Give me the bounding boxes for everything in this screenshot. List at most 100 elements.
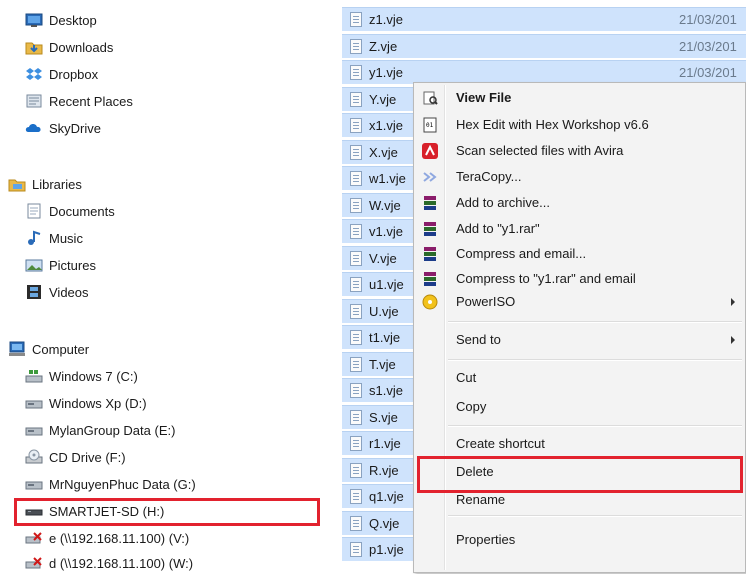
delete-highlight-box <box>417 456 743 493</box>
cd-drive-icon <box>25 449 43 465</box>
menu-item-compress-rar-email[interactable]: Compress to "y1.rar" and email <box>456 268 636 290</box>
vje-file-icon <box>350 251 362 266</box>
nav-label: Pictures <box>49 257 96 273</box>
poweriso-icon <box>422 294 438 310</box>
vje-file-icon <box>350 171 362 186</box>
file-name: p1.vje <box>369 542 404 557</box>
hard-drive-icon <box>25 395 43 411</box>
music-icon <box>25 230 43 246</box>
file-name: Z.vje <box>369 39 398 54</box>
menu-item-create-shortcut[interactable]: Create shortcut <box>456 433 545 455</box>
vje-file-icon <box>350 198 362 213</box>
menu-item-hex-edit[interactable]: Hex Edit with Hex Workshop v6.6 <box>456 114 649 136</box>
nav-label: e (\\192.168.11.100) (V:) <box>49 530 190 546</box>
nav-item-skydrive[interactable]: SkyDrive <box>25 117 101 139</box>
navigation-pane: Desktop Downloads Dropbox Recent Places … <box>0 0 330 573</box>
nav-item-music[interactable]: Music <box>25 227 83 249</box>
vje-file-icon <box>350 463 362 478</box>
file-name: R.vje <box>369 463 399 478</box>
vje-file-icon <box>350 410 362 425</box>
videos-icon <box>25 284 43 300</box>
nav-item-drive-g[interactable]: MrNguyenPhuc Data (G:) <box>25 473 196 495</box>
nav-item-drive-e[interactable]: MylanGroup Data (E:) <box>25 419 175 441</box>
teracopy-icon <box>422 169 438 185</box>
hard-drive-icon <box>25 422 43 438</box>
nav-label: Recent Places <box>49 93 133 109</box>
nav-label: MrNguyenPhuc Data (G:) <box>49 476 196 492</box>
submenu-arrow-icon <box>731 336 735 344</box>
menu-item-add-archive[interactable]: Add to archive... <box>456 192 550 214</box>
winrar-icon <box>422 195 438 211</box>
file-name: w1.vje <box>369 171 406 186</box>
menu-item-poweriso[interactable]: PowerISO <box>456 291 515 313</box>
menu-item-properties[interactable]: Properties <box>456 529 515 551</box>
menu-item-send-to[interactable]: Send to <box>456 329 501 351</box>
computer-icon <box>8 341 26 357</box>
file-name: U.vje <box>369 304 399 319</box>
nav-item-drive-v[interactable]: e (\\192.168.11.100) (V:) <box>25 527 189 549</box>
vje-file-icon <box>350 118 362 133</box>
vje-file-icon <box>350 436 362 451</box>
nav-item-drive-d[interactable]: Windows Xp (D:) <box>25 392 147 414</box>
drive-highlight-box <box>14 498 320 526</box>
vje-file-icon <box>350 304 362 319</box>
menu-item-teracopy[interactable]: TeraCopy... <box>456 166 522 188</box>
file-row[interactable]: y1.vje 21/03/201 <box>342 60 746 84</box>
nav-label: Libraries <box>32 176 82 192</box>
nav-label: Videos <box>49 284 89 300</box>
recent-places-icon <box>25 93 43 109</box>
nav-item-downloads[interactable]: Downloads <box>25 36 113 58</box>
pictures-icon <box>25 257 43 273</box>
menu-item-add-rar[interactable]: Add to "y1.rar" <box>456 218 540 240</box>
menu-separator <box>448 515 742 517</box>
vje-file-icon <box>350 383 362 398</box>
file-name: V.vje <box>369 251 397 266</box>
file-name: z1.vje <box>369 12 403 27</box>
menu-item-scan-avira[interactable]: Scan selected files with Avira <box>456 140 623 162</box>
vje-file-icon <box>350 357 362 372</box>
nav-item-pictures[interactable]: Pictures <box>25 254 96 276</box>
dropbox-icon <box>25 66 43 82</box>
nav-label: Windows Xp (D:) <box>49 395 147 411</box>
menu-item-cut[interactable]: Cut <box>456 367 476 389</box>
file-name: Y.vje <box>369 92 397 107</box>
file-name: T.vje <box>369 357 396 372</box>
menu-separator <box>448 359 742 361</box>
nav-item-documents[interactable]: Documents <box>25 200 115 222</box>
menu-separator <box>448 425 742 427</box>
menu-item-compress-email[interactable]: Compress and email... <box>456 243 586 265</box>
view-file-icon <box>422 90 438 106</box>
file-row[interactable]: Z.vje 21/03/201 <box>342 34 746 58</box>
nav-label: CD Drive (F:) <box>49 449 126 465</box>
nav-item-computer[interactable]: Computer <box>8 338 89 360</box>
file-row[interactable]: z1.vje 21/03/201 <box>342 7 746 31</box>
file-name: X.vje <box>369 145 398 160</box>
nav-label: Music <box>49 230 83 246</box>
vje-file-icon <box>350 65 362 80</box>
menu-item-view-file[interactable]: View File <box>456 87 511 109</box>
nav-item-dropbox[interactable]: Dropbox <box>25 63 98 85</box>
file-date: 21/03/201 <box>679 12 737 27</box>
nav-label: Windows 7 (C:) <box>49 368 138 384</box>
avira-icon <box>422 143 438 159</box>
nav-item-desktop[interactable]: Desktop <box>25 9 97 31</box>
nav-item-drive-c[interactable]: Windows 7 (C:) <box>25 365 138 387</box>
svg-text:01: 01 <box>426 122 434 129</box>
menu-separator <box>448 321 742 323</box>
nav-item-libraries[interactable]: Libraries <box>8 173 82 195</box>
nav-item-drive-f[interactable]: CD Drive (F:) <box>25 446 126 468</box>
nav-item-drive-w[interactable]: d (\\192.168.11.100) (W:) <box>25 552 193 574</box>
file-name: u1.vje <box>369 277 404 292</box>
vje-file-icon <box>350 542 362 557</box>
file-name: y1.vje <box>369 65 403 80</box>
nav-item-videos[interactable]: Videos <box>25 281 89 303</box>
file-name: S.vje <box>369 410 398 425</box>
nav-item-recent-places[interactable]: Recent Places <box>25 90 133 112</box>
file-date: 21/03/201 <box>679 39 737 54</box>
winrar-icon <box>422 246 438 262</box>
menu-item-copy[interactable]: Copy <box>456 396 486 418</box>
nav-label: Documents <box>49 203 115 219</box>
vje-file-icon <box>350 92 362 107</box>
menu-icon-gutter <box>444 85 446 570</box>
file-name: s1.vje <box>369 383 403 398</box>
